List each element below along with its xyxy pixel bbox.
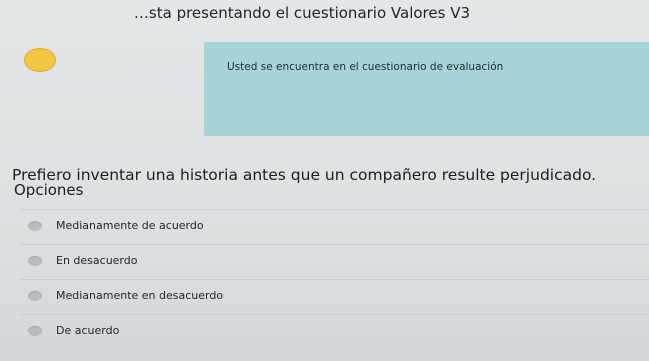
option-item[interactable]: Medianamente de acuerdo bbox=[20, 209, 649, 244]
option-item[interactable]: De acuerdo bbox=[20, 314, 649, 349]
info-panel: Usted se encuentra en el cuestionario de… bbox=[204, 42, 649, 136]
option-label: Medianamente en desacuerdo bbox=[56, 289, 224, 302]
status-indicator bbox=[24, 48, 56, 72]
option-item[interactable]: En desacuerdo bbox=[20, 244, 649, 279]
radio-button[interactable] bbox=[28, 221, 42, 231]
option-item[interactable]: Medianamente en desacuerdo bbox=[20, 279, 649, 314]
info-message: Usted se encuentra en el cuestionario de… bbox=[227, 61, 504, 73]
question-text: Prefiero inventar una historia antes que… bbox=[12, 166, 597, 184]
radio-button[interactable] bbox=[28, 326, 42, 336]
options-list: Medianamente de acuerdo En desacuerdo Me… bbox=[20, 209, 649, 349]
questionnaire-page: …sta presentando el cuestionario Valores… bbox=[0, 0, 649, 361]
page-title: …sta presentando el cuestionario Valores… bbox=[133, 4, 470, 22]
option-label: De acuerdo bbox=[56, 324, 120, 337]
radio-button[interactable] bbox=[28, 256, 42, 266]
options-heading: Opciones bbox=[14, 181, 84, 199]
radio-button[interactable] bbox=[28, 291, 42, 301]
option-label: Medianamente de acuerdo bbox=[56, 219, 204, 232]
option-label: En desacuerdo bbox=[56, 254, 138, 267]
